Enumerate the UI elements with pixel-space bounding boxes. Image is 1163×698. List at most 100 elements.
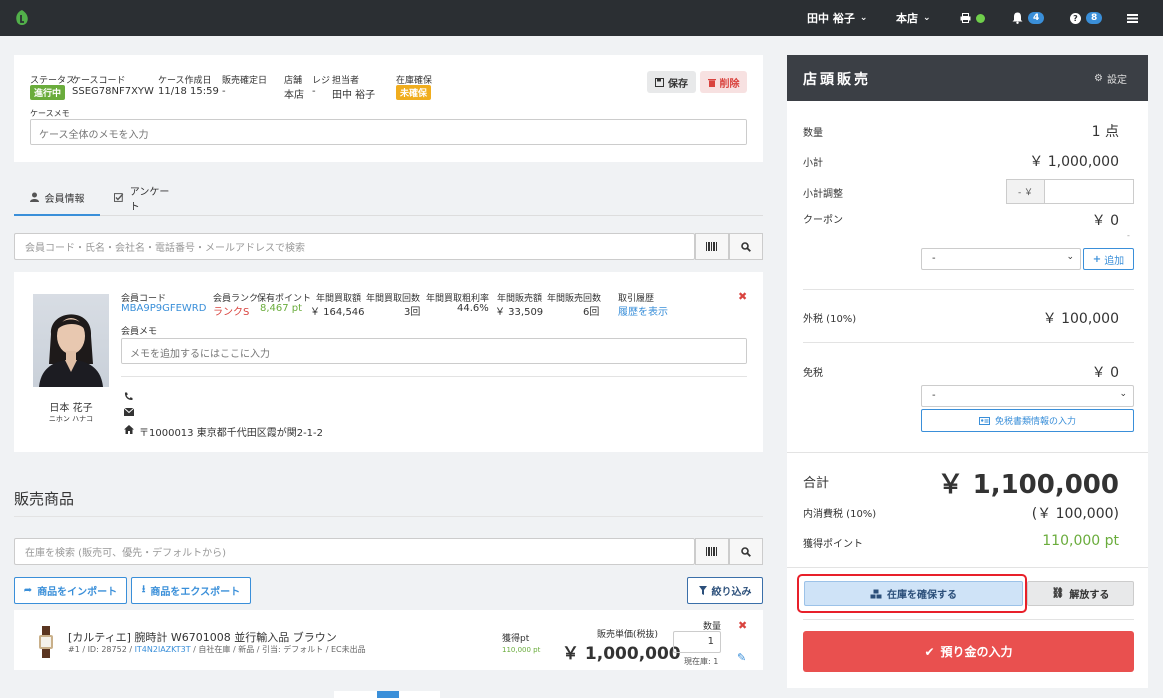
home-icon [124,425,134,434]
reserve-stock-button[interactable]: 在庫を確保する [804,581,1023,606]
product-qty-input[interactable]: 1 [673,631,721,653]
notifications-count-badge: 4 [1028,12,1045,24]
store-menu[interactable]: 本店 ⌄ [896,0,931,36]
main-menu-button[interactable] [1127,0,1138,36]
annual-sales-count-value: 6回 [583,307,600,318]
remove-product-icon[interactable]: ✖ [738,619,747,632]
taxfree-value: ￥ 0 [1091,365,1119,381]
earned-points-label: 獲得ポイント [803,539,863,550]
status-badge: 進行中 [30,85,66,100]
member-search-button[interactable] [729,233,763,260]
taxfree-select-value: - [932,390,936,401]
edit-pencil-icon[interactable]: ✎ [737,651,746,664]
chevron-down-icon: ⌄ [1066,252,1074,262]
tab-member-info[interactable]: 会員情報 [14,180,100,216]
member-name-kana: ニホン ハナコ [48,415,94,423]
checkmark-icon: ✔ [924,644,935,659]
chevron-down-icon: ⌄ [1119,389,1127,399]
release-stock-button[interactable]: ⛓ 解放する [1027,581,1134,606]
taxfree-document-button[interactable]: 免税書類情報の入力 [921,409,1134,432]
barcode-scan-button[interactable] [695,233,729,260]
help-button[interactable]: ? 8 [1070,0,1103,36]
stock-reserve-badge: 未確保 [396,85,432,100]
store-value: 本店 [284,90,304,101]
envelope-icon [124,408,134,416]
member-address: 〒1000013 東京都千代田区霞が関2-1-2 [139,428,324,439]
product-meta-prefix: #1 / ID: 28752 / [68,645,135,654]
filter-button[interactable]: 絞り込み [687,577,763,604]
trash-icon [707,78,716,87]
panel-settings-button[interactable]: ⚙ 設定 [1094,71,1127,86]
store-label: 店舗 [284,76,303,86]
chevron-down-icon: ⌄ [923,13,931,23]
import-products-button[interactable]: ➦ 商品をインポート [14,577,127,604]
member-memo-label: 会員メモ [121,327,158,337]
product-row: [カルティエ] 腕時計 W6701008 並行輸入品 ブラウン #1 / ID:… [14,610,763,670]
divider [121,376,747,377]
member-name: 日本 花子 [49,403,93,414]
case-code-label: ケースコード [72,76,126,86]
barcode-icon [706,547,717,556]
reserve-stock-label: 在庫を確保する [887,590,957,601]
outside-tax-label: 外税 (10%) [803,314,857,325]
app-logo-icon[interactable] [14,9,30,27]
divider [787,567,1148,568]
member-code-link[interactable]: MBA9P9GFEWRD [121,303,206,314]
question-icon: ? [1070,12,1081,24]
stock-search-input[interactable]: 在庫を検索 (販売可、優先・デフォルトから) [14,538,695,565]
divider [803,619,1134,620]
member-rank-value: ランクS [213,307,250,318]
cubes-icon [870,589,882,598]
product-points-value: 110,000 pt [502,646,541,654]
product-price-value: ￥ 1,000,000 [562,644,681,664]
product-stock-code-link[interactable]: IT4N2lAZKT3T [135,645,191,654]
coupon-add-button[interactable]: + 追加 [1083,248,1134,270]
product-meta-suffix: / 自社在庫 / 新品 / 引当: デフォルト / EC未出品 [190,645,366,654]
search-icon [741,241,751,252]
coupon-label: クーポン [803,215,843,226]
annual-buy-amount-value: ￥ 164,546 [310,307,365,318]
plus-icon: + [1092,253,1102,265]
export-products-label: 商品をエクスポート [150,587,241,598]
user-menu[interactable]: 田中 裕子 ⌄ [807,0,867,36]
product-name: [カルティエ] 腕時計 W6701008 並行輸入品 ブラウン [68,631,337,644]
page-indicator-active[interactable] [377,691,399,698]
stock-search-button[interactable] [729,538,763,565]
register-value: - [312,86,316,97]
taxfree-document-label: 免税書類情報の入力 [994,417,1076,427]
case-memo-input[interactable] [30,119,747,145]
subtotal-adjust-input[interactable] [1045,179,1134,204]
products-section-title: 販売商品 [14,490,75,508]
delete-button[interactable]: 削除 [700,71,747,93]
user-name: 田中 裕子 [807,12,855,25]
taxfree-label: 免税 [803,368,823,379]
annual-sales-value: ￥ 33,509 [495,307,544,318]
checkbox-icon [114,193,124,202]
subtotal-value: ￥ 1,000,000 [1029,154,1119,170]
coupon-select-value: - [932,253,936,264]
deposit-input-label: 預り金の入力 [940,645,1013,659]
pagination [334,691,440,698]
unlink-icon: ⛓ [1051,588,1065,599]
notifications-button[interactable]: 4 [1012,0,1045,36]
tab-survey[interactable]: アンケート [114,180,178,216]
import-products-label: 商品をインポート [37,587,118,598]
printer-status[interactable] [960,0,985,36]
divider [803,342,1134,343]
member-search-input[interactable]: 会員コード・氏名・会社名・電話番号・メールアドレスで検索 [14,233,695,260]
coupon-select[interactable]: - ⌄ [921,248,1081,270]
deposit-input-button[interactable]: ✔ 預り金の入力 [803,631,1134,672]
product-stock-text: 現在庫: 1 [684,657,719,666]
coupon-add-label: 追加 [1104,255,1125,267]
export-products-button[interactable]: ⭳ 商品をエクスポート [131,577,251,604]
history-link[interactable]: 履歴を表示 [618,303,668,318]
remove-member-icon[interactable]: ✖ [738,290,747,303]
outside-tax-value: ￥ 100,000 [1042,311,1119,327]
case-code-value: SSEG78NF7XYW [72,86,154,97]
save-button[interactable]: 保存 [647,71,696,93]
tab-survey-label: アンケート [129,187,170,213]
product-barcode-button[interactable] [695,538,729,565]
member-photo [33,294,109,387]
taxfree-select[interactable]: - ⌄ [921,385,1134,407]
member-memo-input[interactable] [121,338,747,364]
